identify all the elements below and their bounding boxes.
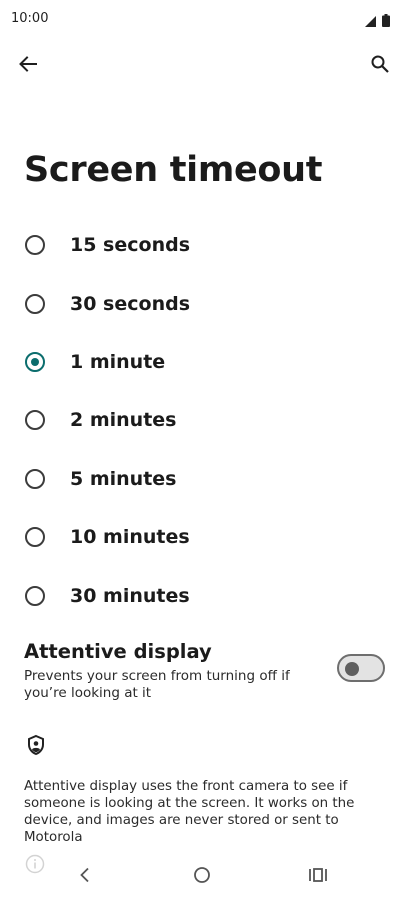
top-app-bar bbox=[0, 48, 404, 88]
attentive-display-title: Attentive display bbox=[24, 640, 212, 663]
arrow-back-icon bbox=[18, 54, 38, 78]
nav-home-icon bbox=[193, 866, 211, 888]
option-1-minute[interactable]: 1 minute bbox=[0, 333, 404, 391]
option-label: 15 seconds bbox=[70, 234, 191, 257]
search-button[interactable] bbox=[362, 48, 398, 84]
nav-back-button[interactable] bbox=[70, 862, 100, 892]
option-label: 2 minutes bbox=[70, 409, 177, 432]
option-label: 30 minutes bbox=[70, 584, 190, 607]
status-time: 10:00 bbox=[11, 11, 49, 26]
attentive-display-description: Attentive display uses the front camera … bbox=[24, 779, 355, 845]
option-label: 30 seconds bbox=[70, 292, 191, 315]
radio-button[interactable] bbox=[25, 468, 45, 489]
nav-home-button[interactable] bbox=[187, 862, 217, 892]
radio-button[interactable] bbox=[25, 293, 45, 314]
shield-person-icon bbox=[25, 734, 47, 756]
page-title: Screen timeout bbox=[24, 150, 323, 190]
status-icons bbox=[365, 12, 390, 31]
option-30-seconds[interactable]: 30 seconds bbox=[0, 274, 404, 332]
option-label: 10 minutes bbox=[70, 526, 190, 549]
option-5-minutes[interactable]: 5 minutes bbox=[0, 450, 404, 508]
timeout-options: 15 seconds 30 seconds 1 minute 2 minutes… bbox=[0, 216, 404, 625]
attentive-display-summary: Prevents your screen from turning off if… bbox=[24, 668, 290, 701]
option-30-minutes[interactable]: 30 minutes bbox=[0, 566, 404, 624]
option-10-minutes[interactable]: 10 minutes bbox=[0, 508, 404, 566]
battery-icon bbox=[382, 12, 390, 31]
radio-button-selected[interactable] bbox=[25, 351, 45, 372]
option-15-seconds[interactable]: 15 seconds bbox=[0, 216, 404, 274]
option-label: 1 minute bbox=[70, 350, 166, 373]
toggle-knob bbox=[345, 662, 359, 676]
option-label: 5 minutes bbox=[70, 467, 177, 490]
search-icon bbox=[370, 54, 390, 78]
radio-button[interactable] bbox=[25, 235, 45, 256]
nav-recents-button[interactable] bbox=[303, 862, 333, 892]
nav-back-icon bbox=[78, 867, 92, 887]
radio-button[interactable] bbox=[25, 527, 45, 548]
system-nav-bar bbox=[0, 852, 404, 900]
radio-button[interactable] bbox=[25, 410, 45, 431]
radio-button[interactable] bbox=[25, 585, 45, 606]
back-button[interactable] bbox=[10, 48, 46, 84]
attentive-display-toggle[interactable] bbox=[337, 654, 385, 682]
nav-recents-icon bbox=[308, 867, 328, 887]
option-2-minutes[interactable]: 2 minutes bbox=[0, 391, 404, 449]
signal-icon bbox=[365, 12, 376, 31]
attentive-display-row[interactable]: Attentive display Prevents your screen f… bbox=[0, 638, 404, 710]
status-bar: 10:00 bbox=[0, 0, 404, 38]
